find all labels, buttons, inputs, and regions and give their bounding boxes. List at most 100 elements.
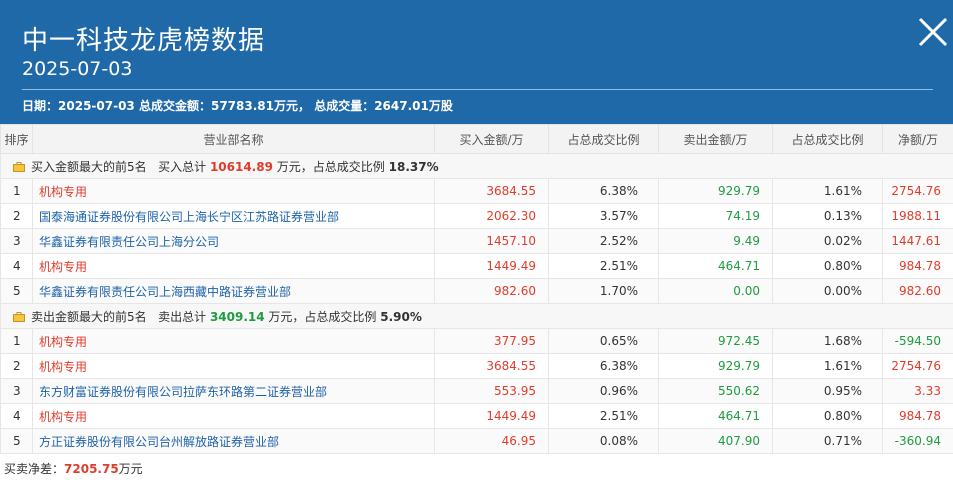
rank-cell: 4 (0, 403, 33, 429)
briefcase-icon (13, 161, 25, 172)
net-amount-cell: 3.33 (882, 378, 953, 404)
net-amount-cell: 2754.76 (882, 353, 953, 379)
sell-amount-cell: 464.71 (658, 403, 773, 429)
col-header-branch: 营业部名称 (32, 124, 435, 154)
section-total-label: 卖出总计 (158, 309, 207, 324)
table-row: 1 机构专用 377.95 0.65% 972.45 1.68% -594.50 (0, 328, 953, 354)
sell-ratio-cell: 0.02% (772, 228, 883, 254)
col-header-sell: 卖出金额/万 (658, 124, 773, 154)
section-title: 卖出金额最大的前5名 卖出总计 3409.14 万元，占总成交比例 5.90% (0, 303, 953, 329)
summary-amount: 57783.81万元， (210, 99, 310, 113)
rank-cell: 1 (0, 178, 33, 204)
summary-volume-label: 总成交量： (314, 99, 375, 113)
summary-volume: 2647.01万股 (374, 99, 453, 113)
col-header-buy: 买入金额/万 (434, 124, 549, 154)
briefcase-icon (13, 311, 25, 322)
net-amount-cell: 1988.11 (882, 203, 953, 229)
branch-link[interactable]: 机构专用 (32, 253, 435, 279)
net-difference-unit: 万元 (118, 462, 143, 476)
sell-amount-cell: 407.90 (658, 428, 773, 454)
branch-link[interactable]: 国泰海通证券股份有限公司上海长宁区江苏路证券营业部 (32, 203, 435, 229)
rank-cell: 5 (0, 278, 33, 304)
buy-ratio-cell: 3.57% (548, 203, 659, 229)
table-row: 1 机构专用 3684.55 6.38% 929.79 1.61% 2754.76 (0, 178, 953, 204)
buy-amount-cell: 1457.10 (434, 228, 549, 254)
rank-cell: 3 (0, 378, 33, 404)
buy-ratio-cell: 1.70% (548, 278, 659, 304)
buy-amount-cell: 553.95 (434, 378, 549, 404)
buy-amount-cell: 3684.55 (434, 178, 549, 204)
section-ratio-label: 万元，占总成交比例 (268, 309, 377, 324)
branch-link[interactable]: 华鑫证券有限责任公司上海分公司 (32, 228, 435, 254)
section-title: 买入金额最大的前5名 买入总计 10614.89 万元，占总成交比例 18.37… (0, 153, 953, 179)
rank-cell: 3 (0, 228, 33, 254)
sell-amount-cell: 464.71 (658, 253, 773, 279)
buy-ratio-cell: 6.38% (548, 178, 659, 204)
buy-ratio-cell: 0.65% (548, 328, 659, 354)
net-amount-cell: -360.94 (882, 428, 953, 454)
sell-ratio-cell: 0.00% (772, 278, 883, 304)
sell-ratio-cell: 1.61% (772, 353, 883, 379)
buy-amount-cell: 1449.49 (434, 253, 549, 279)
net-amount-cell: -594.50 (882, 328, 953, 354)
sell-ratio-cell: 1.68% (772, 328, 883, 354)
sell-amount-cell: 929.79 (658, 353, 773, 379)
branch-link[interactable]: 华鑫证券有限责任公司上海西藏中路证券营业部 (32, 278, 435, 304)
sell-amount-cell: 972.45 (658, 328, 773, 354)
table-row: 5 华鑫证券有限责任公司上海西藏中路证券营业部 982.60 1.70% 0.00 0.0… (0, 278, 953, 304)
table-row: 2 机构专用 3684.55 6.38% 929.79 1.61% 2754.76 (0, 353, 953, 379)
net-amount-cell: 984.78 (882, 253, 953, 279)
col-header-sell-ratio: 占总成交比例 (772, 124, 883, 154)
table-row: 4 机构专用 1449.49 2.51% 464.71 0.80% 984.78 (0, 253, 953, 279)
table-row: 4 机构专用 1449.49 2.51% 464.71 0.80% 984.78 (0, 403, 953, 429)
branch-link[interactable]: 机构专用 (32, 403, 435, 429)
sell-ratio-cell: 0.80% (772, 253, 883, 279)
section-prefix: 买入金额最大的前5名 (31, 159, 147, 174)
net-difference: 买卖净差：7205.75万元 (4, 460, 143, 477)
close-button[interactable] (917, 16, 949, 48)
section-ratio: 5.90% (380, 309, 422, 324)
section-total: 3409.14 (209, 309, 265, 324)
net-amount-cell: 1447.61 (882, 228, 953, 254)
buy-ratio-cell: 0.96% (548, 378, 659, 404)
summary-amount-label: 总成交金额： (138, 99, 211, 113)
sell-amount-cell: 9.49 (658, 228, 773, 254)
branch-link[interactable]: 机构专用 (32, 328, 435, 354)
summary-line: 日期：2025-07-03 总成交金额：57783.81万元， 总成交量：264… (22, 97, 453, 114)
net-amount-cell: 982.60 (882, 278, 953, 304)
summary-date-label: 日期： (22, 99, 59, 113)
branch-link[interactable]: 机构专用 (32, 178, 435, 204)
dragon-tiger-table: 排序 营业部名称 买入金额/万 占总成交比例 卖出金额/万 占总成交比例 净额/… (0, 124, 953, 454)
rank-cell: 4 (0, 253, 33, 279)
sell-ratio-cell: 0.95% (772, 378, 883, 404)
sell-section-header: 卖出金额最大的前5名 卖出总计 3409.14 万元，占总成交比例 5.90% (0, 303, 953, 329)
branch-link[interactable]: 东方财富证券股份有限公司拉萨东环路第二证券营业部 (32, 378, 435, 404)
buy-section-header: 买入金额最大的前5名 买入总计 10614.89 万元，占总成交比例 18.37… (0, 153, 953, 179)
buy-ratio-cell: 2.52% (548, 228, 659, 254)
branch-link[interactable]: 机构专用 (32, 353, 435, 379)
net-amount-cell: 2754.76 (882, 178, 953, 204)
close-icon (918, 17, 948, 47)
section-total: 10614.89 (209, 159, 273, 174)
section-ratio: 18.37% (388, 159, 439, 174)
table-row: 5 方正证券股份有限公司台州解放路证券营业部 46.95 0.08% 407.90 0.7… (0, 428, 953, 454)
buy-amount-cell: 982.60 (434, 278, 549, 304)
section-prefix: 卖出金额最大的前5名 (31, 309, 147, 324)
sell-ratio-cell: 0.71% (772, 428, 883, 454)
rank-cell: 2 (0, 203, 33, 229)
rank-cell: 1 (0, 328, 33, 354)
buy-ratio-cell: 2.51% (548, 403, 659, 429)
table-row: 2 国泰海通证券股份有限公司上海长宁区江苏路证券营业部 2062.30 3.57% 74… (0, 203, 953, 229)
section-ratio-label: 万元，占总成交比例 (276, 159, 385, 174)
buy-amount-cell: 1449.49 (434, 403, 549, 429)
sell-amount-cell: 929.79 (658, 178, 773, 204)
branch-link[interactable]: 方正证券股份有限公司台州解放路证券营业部 (32, 428, 435, 454)
net-difference-label: 买卖净差： (4, 462, 65, 476)
table-row: 3 华鑫证券有限责任公司上海分公司 1457.10 2.52% 9.49 0.02% 144… (0, 228, 953, 254)
sell-amount-cell: 0.00 (658, 278, 773, 304)
sell-ratio-cell: 1.61% (772, 178, 883, 204)
buy-amount-cell: 2062.30 (434, 203, 549, 229)
table-header-row: 排序 营业部名称 买入金额/万 占总成交比例 卖出金额/万 占总成交比例 净额/… (0, 124, 953, 154)
col-header-buy-ratio: 占总成交比例 (548, 124, 659, 154)
dialog-header: 中一科技龙虎榜数据 2025-07-03 日期：2025-07-03 总成交金额… (0, 0, 953, 124)
